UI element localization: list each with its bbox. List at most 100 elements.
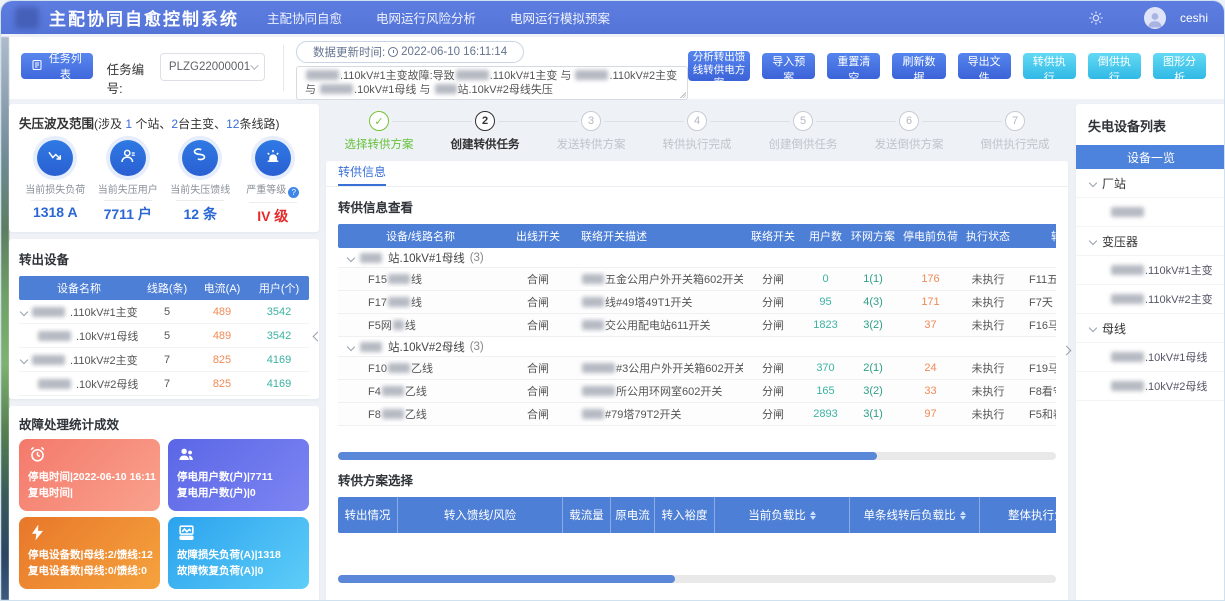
table-row[interactable]: F8乙线合闸#79塔79T2开关分闸28933(1)97未执行F5和春 bbox=[338, 403, 1056, 426]
table-row[interactable]: F4乙线合闸所公用环网室602开关分闸1653(2)33未执行F8看守 bbox=[338, 380, 1056, 403]
tree-group-厂站[interactable]: 厂站 bbox=[1076, 169, 1225, 198]
tree-group-变压器[interactable]: 变压器 bbox=[1076, 227, 1225, 256]
transfer-panel: 转供信息 转供信息查看 设备/线路名称出线开关联络开关描述联络开关用户数环网方案… bbox=[326, 161, 1068, 601]
pre-outage-load-cell: 97 bbox=[898, 408, 963, 420]
chevron-down-icon[interactable] bbox=[20, 307, 28, 315]
blurred-text bbox=[388, 363, 410, 373]
tree-item[interactable]: .110kV#1主变 bbox=[1076, 256, 1225, 285]
current-cell: 825 bbox=[195, 354, 249, 366]
out-switch-cell: 合闸 bbox=[503, 294, 573, 310]
pre-outage-load-cell: 24 bbox=[898, 362, 963, 374]
collapse-left-panel-handle[interactable] bbox=[311, 321, 323, 351]
tree-item[interactable]: .10kV#1母线 bbox=[1076, 343, 1225, 372]
process-stepper: ✓选择转供方案2创建转供任务3发送转供方案4转供执行完成5创建倒供任务6发送倒供… bbox=[326, 101, 1068, 161]
scrollbar-thumb[interactable] bbox=[338, 575, 675, 583]
toolbar: 任务列表 任务编号: PLZG22000001 数据更新时间: 2022-06-… bbox=[9, 37, 1224, 99]
group-row[interactable]: 站.10kV#2母线 (3) bbox=[338, 337, 1056, 357]
fault-description-input[interactable]: .110kV#1主变故障:导致.110kV#1主变 与 .110kV#2主变 与… bbox=[296, 66, 688, 100]
task-list-button[interactable]: 任务列表 bbox=[21, 53, 93, 79]
table-row[interactable]: .110kV#1主变54893542 bbox=[19, 300, 309, 324]
table-row[interactable]: F15线合闸五金公用户外开关箱602开关分闸01(1)176未执行F11五 bbox=[338, 268, 1056, 291]
tree-item[interactable] bbox=[1076, 198, 1225, 227]
text-segment: 所公用环网室602开关 bbox=[616, 386, 722, 398]
divider bbox=[104, 200, 152, 201]
group-row[interactable]: 站.10kV#1母线 (3) bbox=[338, 248, 1056, 268]
blurred-text bbox=[32, 355, 65, 365]
device-name-cell: .110kV#2主变 bbox=[19, 352, 139, 368]
text-segment: 乙线 bbox=[411, 363, 433, 375]
toolbar-button-刷新数据[interactable]: 刷新数据 bbox=[892, 53, 945, 79]
chevron-down-icon[interactable] bbox=[347, 342, 355, 350]
table-row[interactable]: .10kV#1母线54893542 bbox=[19, 324, 309, 348]
device-name-cell: .110kV#1主变 bbox=[19, 304, 139, 320]
chevron-down-icon[interactable] bbox=[1089, 324, 1097, 332]
horizontal-scrollbar[interactable] bbox=[338, 452, 1056, 460]
tree-item[interactable]: .110kV#2主变 bbox=[1076, 285, 1225, 314]
help-icon[interactable]: ? bbox=[288, 187, 299, 198]
blurred-text bbox=[435, 84, 457, 94]
users-cell: 3542 bbox=[249, 306, 309, 318]
column-header: 设备/线路名称 bbox=[338, 228, 503, 244]
fault-stats-panel: 故障处理统计成效 停电时间|2022-06-10 16:11复电时间|停电用户数… bbox=[9, 406, 319, 601]
table-row[interactable]: F10乙线合闸#3公用户外开关箱602开关分闸3702(1)24未执行F19马 bbox=[338, 357, 1056, 380]
stat-card-lines: 停电时间|2022-06-10 16:11复电时间| bbox=[28, 469, 151, 502]
column-header: 整体执行负载比 bbox=[980, 497, 1056, 533]
chevron-down-icon[interactable] bbox=[1089, 179, 1097, 187]
user-avatar[interactable] bbox=[1144, 7, 1166, 29]
column-header: 原电流 bbox=[611, 497, 655, 533]
task-no-select[interactable]: PLZG22000001 bbox=[160, 53, 265, 81]
chevron-down-icon[interactable] bbox=[1089, 237, 1097, 245]
chevron-down-icon bbox=[250, 61, 258, 69]
column-header-label: 转入馈线/风险 bbox=[444, 507, 516, 523]
tab-transfer-info[interactable]: 转供信息 bbox=[338, 163, 386, 186]
tie-switch-desc-cell: 交公用配电站611开关 bbox=[573, 317, 743, 333]
table-row[interactable]: F5网线合闸交公用配电站611开关分闸18233(2)37未执行F16马 bbox=[338, 314, 1056, 337]
text-segment: 乙线 bbox=[405, 409, 427, 421]
horizontal-scrollbar-bottom[interactable] bbox=[338, 575, 1056, 583]
stat-card-lines: 停电用户数(户)|7711复电用户数(户)|0 bbox=[177, 469, 300, 502]
text-segment: .110kV#1主变 bbox=[1145, 262, 1213, 278]
device-overview-bar[interactable]: 设备一览 bbox=[1076, 145, 1225, 169]
sort-icon[interactable] bbox=[810, 511, 816, 520]
user-icon bbox=[110, 140, 146, 176]
nav-menu-item-3[interactable]: 电网运行模拟预案 bbox=[510, 8, 610, 27]
table-row[interactable]: F17线合闸线#49塔49T1开关分闸954(3)171未执行F7天 bbox=[338, 291, 1056, 314]
tree-item[interactable]: .10kV#2母线 bbox=[1076, 372, 1225, 401]
transfer-view-title: 转供信息查看 bbox=[338, 197, 1056, 216]
chevron-left-icon bbox=[312, 331, 322, 341]
settings-gear-icon[interactable] bbox=[1088, 10, 1104, 26]
toolbar-button-重置清空[interactable]: 重置清空 bbox=[827, 53, 880, 79]
toolbar-button-分析转出馈线转供电方案[interactable]: 分析转出馈线转供电方案 bbox=[688, 51, 750, 81]
chevron-down-icon[interactable] bbox=[347, 253, 355, 261]
lines-cell: 5 bbox=[139, 330, 195, 342]
nav-menu-item-2[interactable]: 电网运行风险分析 bbox=[376, 8, 476, 27]
toolbar-button-倒供执行[interactable]: 倒供执行 bbox=[1088, 53, 1141, 79]
stat-card-line: 停电用户数(户)|7711 bbox=[177, 469, 300, 485]
column-header: 用户数 bbox=[803, 228, 848, 244]
toolbar-button-转供执行[interactable]: 转供执行 bbox=[1023, 53, 1076, 79]
scrollbar-thumb[interactable] bbox=[338, 452, 877, 460]
step-label: 倒供执行完成 bbox=[962, 136, 1068, 152]
expand-right-panel-handle[interactable] bbox=[1060, 335, 1072, 365]
text-segment: 线 bbox=[411, 274, 422, 286]
column-header: 单条线转后负载比 bbox=[850, 497, 980, 533]
column-header: 环网方案 bbox=[848, 228, 898, 244]
text-segment: 五金公用户外开关箱602开关 bbox=[605, 274, 743, 286]
table-row[interactable]: .110kV#2主变78254169 bbox=[19, 348, 309, 372]
table-row[interactable]: .10kV#2母线78254169 bbox=[19, 372, 309, 396]
text-segment: F8 bbox=[368, 409, 381, 421]
exec-status-cell: 未执行 bbox=[963, 271, 1013, 287]
group-count: (3) bbox=[470, 252, 484, 264]
username[interactable]: ceshi bbox=[1180, 11, 1208, 25]
sort-icon[interactable] bbox=[960, 511, 966, 520]
fault-stats-cards: 停电时间|2022-06-10 16:11复电时间| 停电用户数(户)|7711复… bbox=[19, 439, 309, 589]
nav-menu-item-1[interactable]: 主配协同自愈 bbox=[267, 8, 342, 27]
impact-stat-label: 当前损失负荷 bbox=[19, 181, 92, 196]
toolbar-button-图形分析[interactable]: 图形分析 bbox=[1153, 53, 1206, 79]
center-column: ✓选择转供方案2创建转供任务3发送转供方案4转供执行完成5创建倒供任务6发送倒供… bbox=[326, 101, 1068, 601]
chevron-down-icon[interactable] bbox=[20, 355, 28, 363]
tree-group-母线[interactable]: 母线 bbox=[1076, 314, 1225, 343]
out-switch-cell: 合闸 bbox=[503, 406, 573, 422]
toolbar-button-导出文件[interactable]: 导出文件 bbox=[958, 53, 1011, 79]
toolbar-button-导入预案[interactable]: 导入预案 bbox=[762, 53, 815, 79]
